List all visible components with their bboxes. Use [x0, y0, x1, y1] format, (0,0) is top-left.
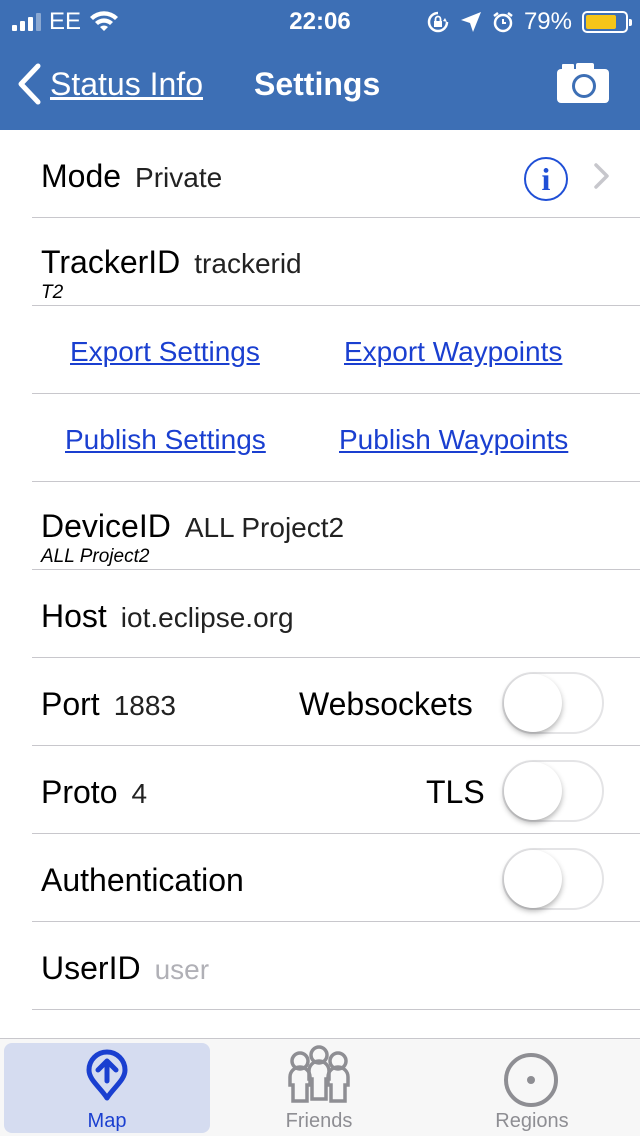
device-row[interactable]: DeviceID ALL Project2 ALL Project2 [32, 482, 640, 570]
mode-row[interactable]: Mode Private i [32, 130, 640, 218]
page-title: Settings [254, 66, 381, 102]
host-row[interactable]: Host iot.eclipse.org [32, 570, 640, 658]
proto-row[interactable]: Proto 4 TLS [32, 746, 640, 834]
orientation-lock-icon [427, 11, 449, 33]
export-settings-link[interactable]: Export Settings [70, 336, 260, 368]
export-waypoints-link[interactable]: Export Waypoints [344, 336, 562, 368]
proto-value[interactable]: 4 [131, 778, 147, 809]
battery-icon [582, 11, 632, 33]
back-button[interactable]: Status Info [16, 62, 203, 106]
host-label: Host iot.eclipse.org [41, 598, 294, 634]
back-button-label[interactable]: Status Info [50, 66, 203, 103]
friends-icon [288, 1045, 350, 1103]
authentication-row[interactable]: Authentication [32, 834, 640, 922]
user-row[interactable]: UserID user [32, 922, 640, 1010]
websockets-toggle[interactable] [502, 672, 604, 734]
mode-value: Private [135, 162, 223, 193]
authentication-label: Authentication [41, 862, 244, 898]
chevron-right-icon[interactable] [592, 162, 612, 190]
tab-map-label: Map [87, 1110, 127, 1132]
top-bar: EE 22:06 79% Status Info Settings [0, 0, 640, 130]
websockets-label: Websockets [299, 686, 473, 722]
navigation-bar: Status Info Settings [0, 40, 640, 130]
settings-list: Mode Private i TrackerID trackerid T2 Expo… [0, 130, 640, 1010]
chevron-left-icon [18, 63, 41, 105]
status-right: 79% [426, 8, 632, 36]
location-arrow-icon [460, 12, 481, 32]
publish-row: Publish Settings Publish Waypoints [32, 394, 640, 482]
user-label: UserID user [41, 950, 210, 986]
map-location-icon [86, 1049, 128, 1101]
toggle-knob [504, 850, 562, 908]
tracker-row[interactable]: TrackerID trackerid T2 [32, 218, 640, 306]
mode-label: Mode Private [41, 158, 223, 194]
battery-percent: 79% [523, 8, 572, 35]
user-input[interactable]: user [155, 954, 209, 985]
authentication-toggle[interactable] [502, 848, 604, 910]
publish-settings-link[interactable]: Publish Settings [65, 424, 266, 456]
tab-friends[interactable]: Friends [216, 1043, 422, 1133]
tab-map[interactable]: Map [4, 1043, 210, 1133]
host-value[interactable]: iot.eclipse.org [121, 602, 294, 633]
port-value[interactable]: 1883 [114, 690, 176, 721]
tab-bar: Map Friends Regions [0, 1038, 640, 1136]
port-label: Port 1883 [41, 686, 176, 722]
publish-waypoints-link[interactable]: Publish Waypoints [339, 424, 568, 456]
regions-icon [504, 1053, 558, 1107]
tracker-label: TrackerID trackerid [41, 244, 302, 280]
tls-toggle[interactable] [502, 760, 604, 822]
port-row[interactable]: Port 1883 Websockets [32, 658, 640, 746]
toggle-knob [504, 674, 562, 732]
camera-icon[interactable] [556, 62, 610, 104]
export-row: Export Settings Export Waypoints [32, 306, 640, 394]
device-value[interactable]: ALL Project2 [185, 512, 344, 543]
alarm-icon [493, 12, 513, 33]
tracker-sub: T2 [41, 282, 64, 303]
tab-regions[interactable]: Regions [428, 1043, 636, 1133]
toggle-knob [504, 762, 562, 820]
tls-label: TLS [426, 774, 485, 810]
tab-regions-label: Regions [495, 1110, 569, 1132]
tracker-value[interactable]: trackerid [194, 248, 301, 279]
proto-label: Proto 4 [41, 774, 148, 810]
status-bar: EE 22:06 79% [0, 0, 640, 40]
device-sub: ALL Project2 [41, 546, 150, 567]
device-label: DeviceID ALL Project2 [41, 508, 345, 544]
battery-fill [586, 15, 617, 29]
tab-friends-label: Friends [285, 1110, 353, 1132]
info-icon[interactable]: i [524, 157, 568, 201]
